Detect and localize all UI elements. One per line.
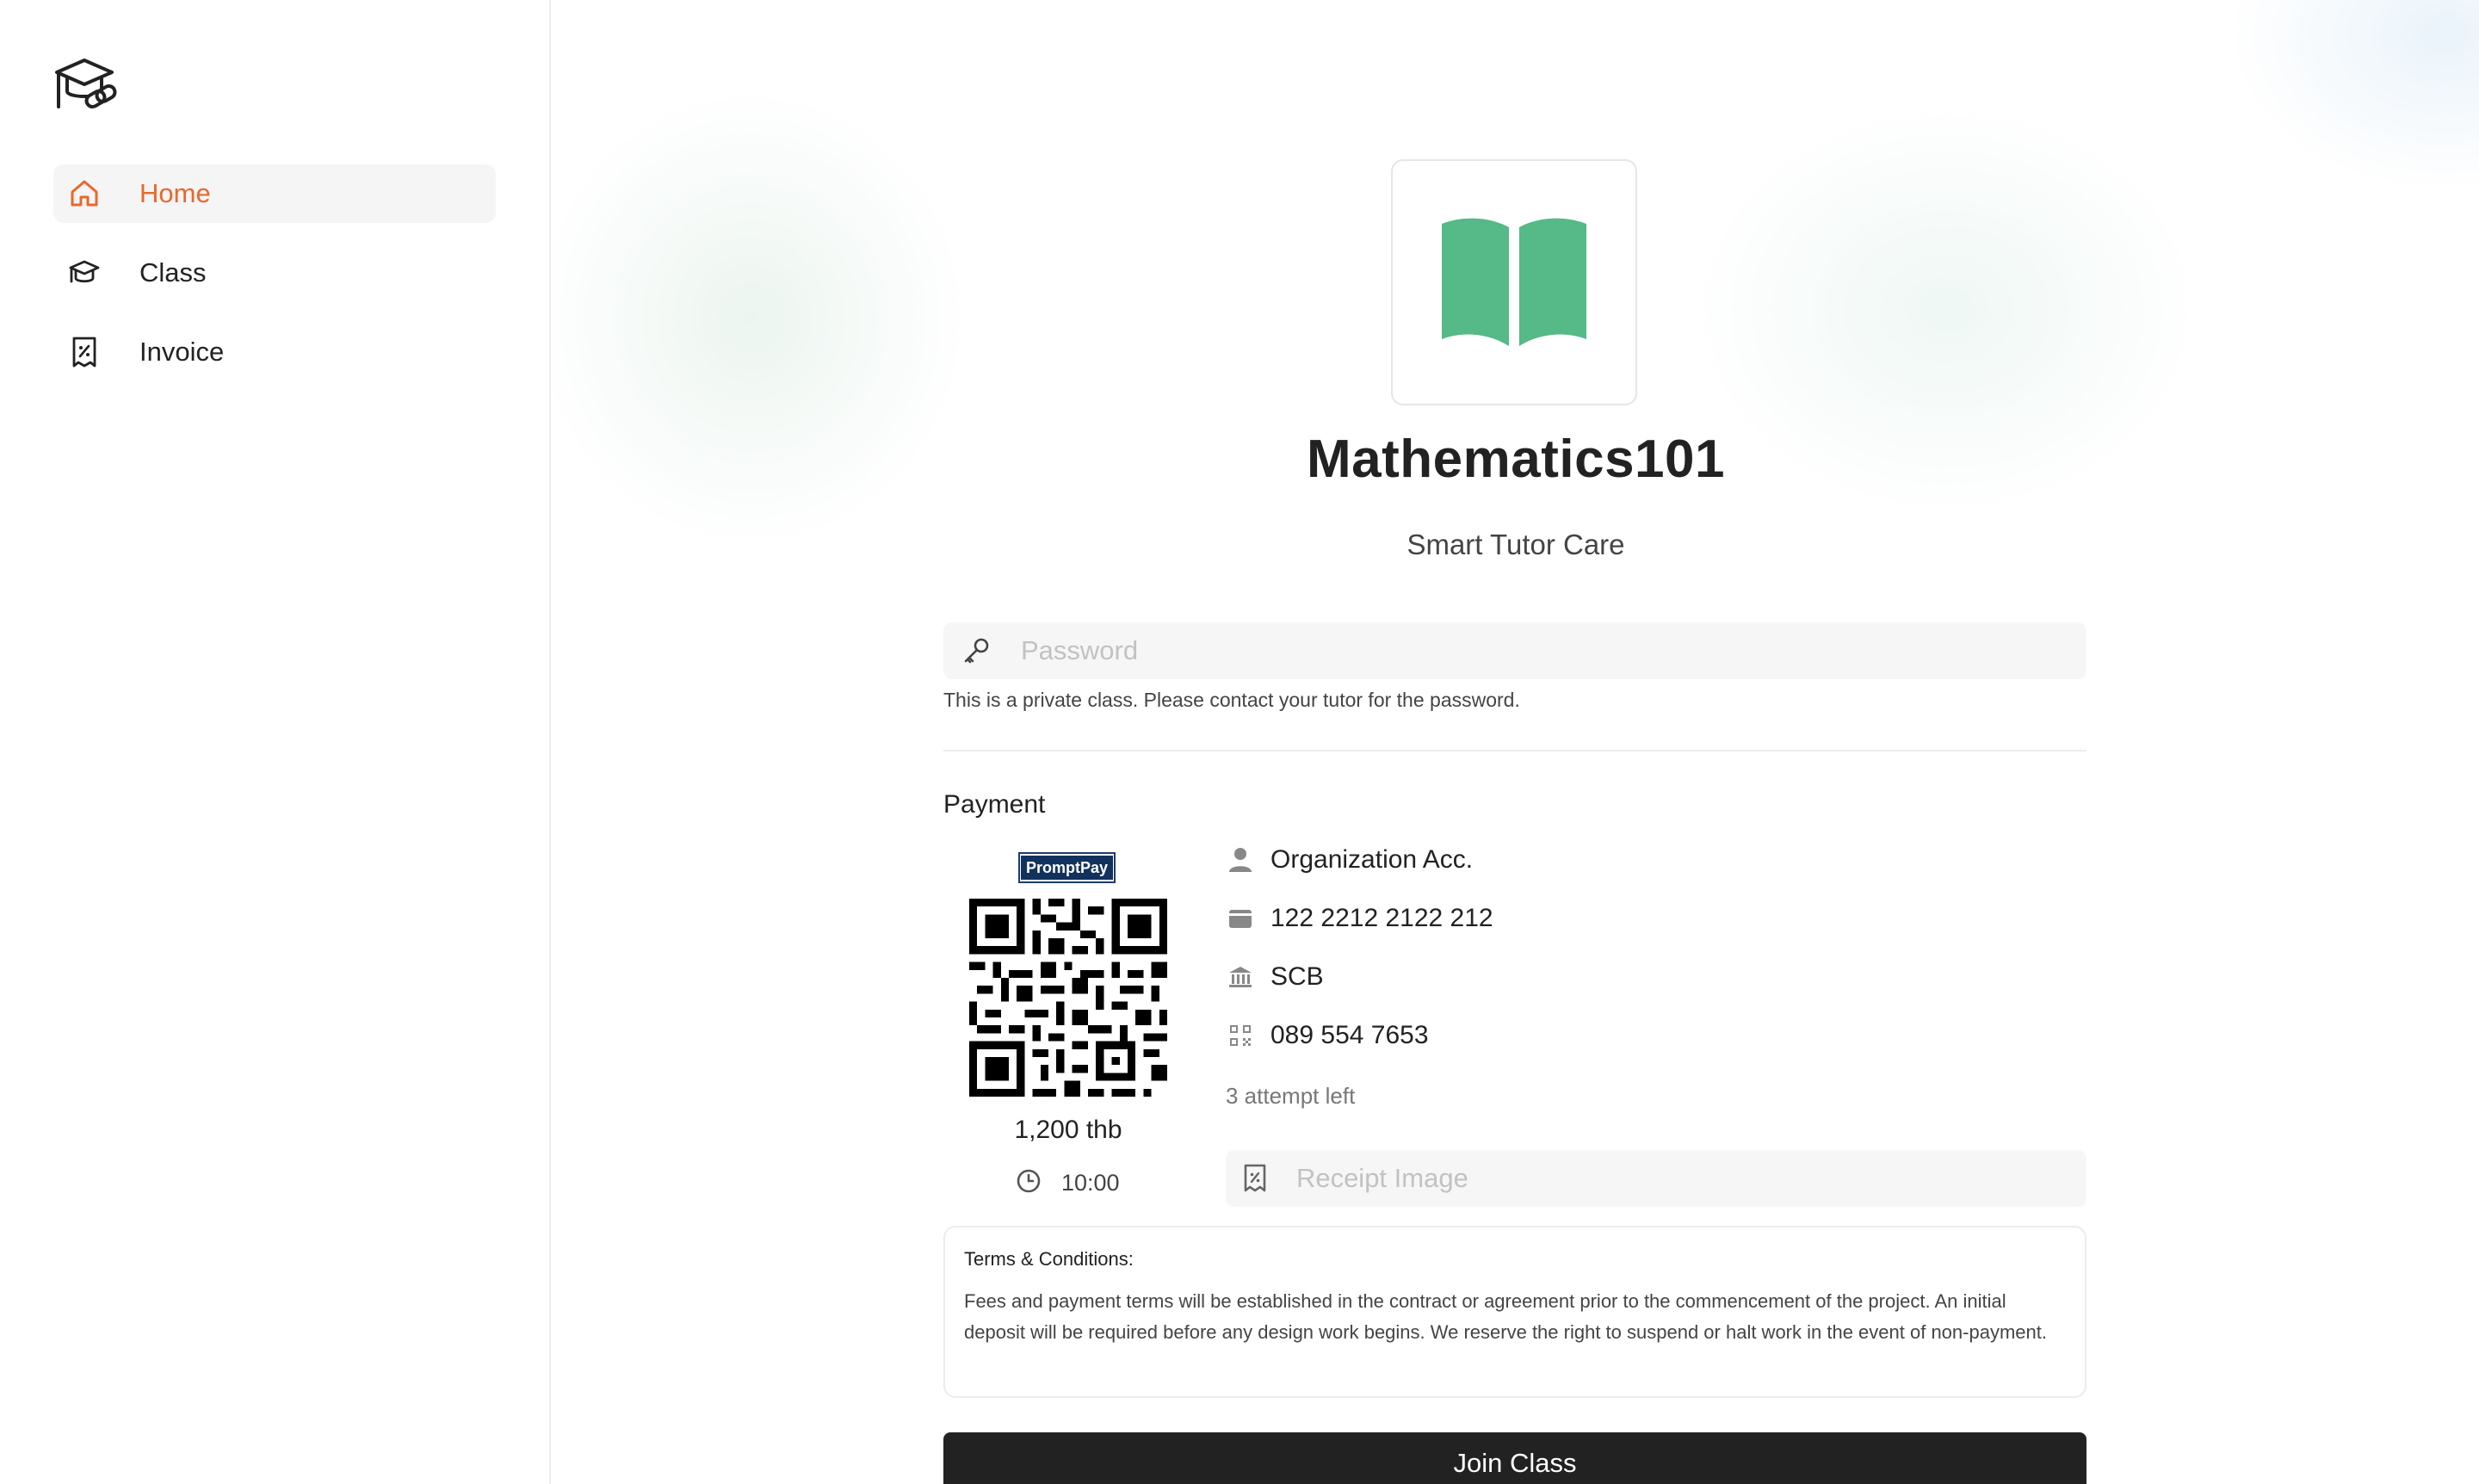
password-hint: This is a private class. Please contact … <box>943 689 1520 711</box>
sidebar-item-label: Class <box>139 257 207 288</box>
main-content: Mathematics101 Smart Tutor Care This is … <box>553 0 2479 1484</box>
sidebar-item-label: Home <box>139 178 211 208</box>
receipt-icon <box>67 335 102 369</box>
sidebar-item-class[interactable]: Class <box>53 244 496 302</box>
payment-heading: Payment <box>943 790 1046 819</box>
organization-name: Smart Tutor Care <box>1406 529 1625 560</box>
account-name: Organization Acc. <box>1270 845 1474 874</box>
terms-body: Fees and payment terms will be establish… <box>964 1290 2047 1343</box>
promptpay-label: PromptPay <box>1020 856 1114 880</box>
home-icon <box>67 176 102 211</box>
divider <box>943 750 2086 751</box>
receipt-upload-field[interactable] <box>1226 1150 2086 1207</box>
join-class-button[interactable]: Join Class <box>943 1432 2086 1484</box>
promptpay-logo: PromptPay <box>1018 852 1116 883</box>
class-image <box>1391 159 1637 405</box>
terms-heading: Terms & Conditions: <box>964 1248 1134 1270</box>
payment-amount: 1,200 thb <box>1014 1116 1122 1144</box>
bank-row: SCB <box>1226 962 1324 992</box>
wallet-icon <box>1226 904 1255 933</box>
promptpay-number-row: 089 554 7653 <box>1226 1021 1429 1050</box>
graduation-cap-icon <box>67 256 102 290</box>
password-field[interactable] <box>943 622 2086 679</box>
attempts-left: 3 attempt left <box>1226 1083 1356 1109</box>
qr-code-icon <box>1226 1021 1255 1050</box>
key-icon <box>959 634 993 668</box>
receipt-image-input[interactable] <box>1295 1163 2086 1194</box>
receipt-icon <box>1241 1161 1269 1196</box>
payment-timer: 10:00 <box>1015 1167 1120 1199</box>
user-icon <box>1226 845 1255 875</box>
qr-code[interactable] <box>969 899 1167 1097</box>
password-input[interactable] <box>1021 635 2011 666</box>
sidebar-item-invoice[interactable]: Invoice <box>53 323 496 381</box>
sidebar-item-label: Invoice <box>139 337 225 367</box>
account-name-row: Organization Acc. <box>1226 845 1473 875</box>
graduation-cap-link-icon[interactable] <box>52 53 119 114</box>
account-number-row: 122 2212 2122 212 <box>1226 904 1493 933</box>
terms-box: Terms & Conditions: Fees and payment ter… <box>943 1226 2086 1398</box>
sidebar-item-home[interactable]: Home <box>53 164 496 223</box>
promptpay-number: 089 554 7653 <box>1270 1021 1429 1049</box>
clock-icon <box>1015 1167 1042 1199</box>
timer-text: 10:00 <box>1061 1170 1120 1196</box>
bank-name: SCB <box>1270 962 1324 991</box>
bank-icon <box>1226 962 1255 992</box>
sidebar: Home Class Invoice <box>0 0 551 1484</box>
account-number: 122 2212 2122 212 <box>1270 904 1493 932</box>
sidebar-nav: Home Class Invoice <box>53 164 496 402</box>
class-title: Mathematics101 <box>1306 430 1726 489</box>
open-book-icon <box>1442 218 1586 346</box>
app-root: Home Class Invoice Mathematics101 Smart … <box>0 0 2479 1484</box>
